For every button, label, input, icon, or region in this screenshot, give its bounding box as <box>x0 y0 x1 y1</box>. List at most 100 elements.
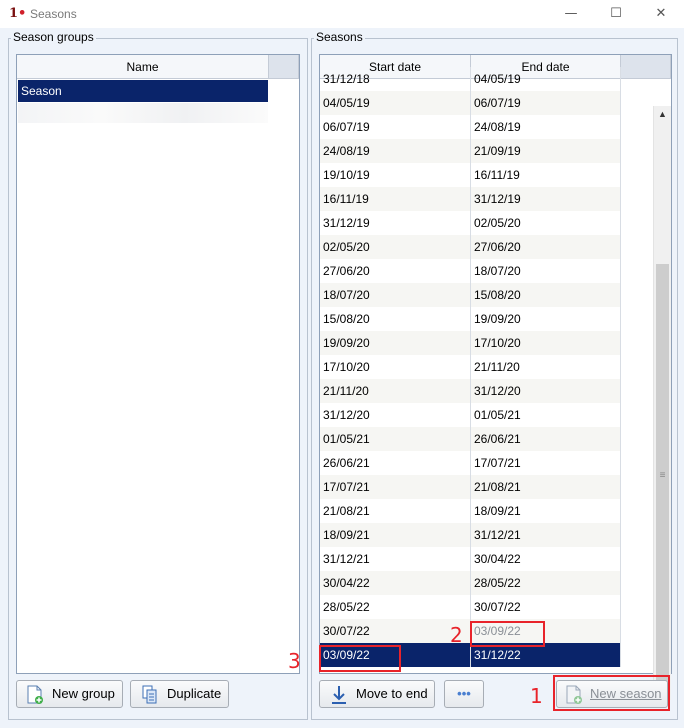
window-client-area: Season groups Name Season New group Dupl… <box>0 28 684 728</box>
end-date-cell[interactable]: 15/08/20 <box>471 283 621 307</box>
start-date-cell[interactable]: 19/10/19 <box>320 163 471 187</box>
end-date-cell[interactable]: 06/07/19 <box>471 91 621 115</box>
blurred-row <box>18 103 268 123</box>
start-date-cell[interactable]: 02/05/20 <box>320 235 471 259</box>
start-date-cell[interactable]: 19/09/20 <box>320 331 471 355</box>
end-date-cell[interactable]: 21/08/21 <box>471 475 621 499</box>
end-date-cell[interactable]: 21/11/20 <box>471 355 621 379</box>
arrow-down-to-end-icon <box>332 686 346 704</box>
season-groups-label: Season groups <box>11 30 96 44</box>
end-date-cell[interactable]: 19/09/20 <box>471 307 621 331</box>
season-row[interactable]: 31/12/19 02/05/20 <box>320 211 621 235</box>
vertical-scrollbar[interactable]: ▲ ≡ ▼ <box>653 106 671 700</box>
new-group-label: New group <box>52 686 115 701</box>
annotation-box-2 <box>470 621 545 647</box>
season-row[interactable]: 19/10/19 16/11/19 <box>320 163 621 187</box>
start-date-cell[interactable]: 30/04/22 <box>320 571 471 595</box>
duplicate-icon <box>142 685 157 704</box>
end-date-cell[interactable]: 01/05/21 <box>471 403 621 427</box>
season-row[interactable]: 06/07/19 24/08/19 <box>320 115 621 139</box>
season-row[interactable]: 31/12/18 04/05/19 <box>320 67 621 91</box>
move-to-end-button[interactable]: Move to end <box>319 680 435 708</box>
season-row[interactable]: 21/08/21 18/09/21 <box>320 499 621 523</box>
start-date-cell[interactable]: 04/05/19 <box>320 91 471 115</box>
end-date-cell[interactable]: 28/05/22 <box>471 571 621 595</box>
more-options-button[interactable]: ••• <box>444 680 484 708</box>
season-row[interactable]: 16/11/19 31/12/19 <box>320 187 621 211</box>
start-date-cell[interactable]: 18/09/21 <box>320 523 471 547</box>
column-header-filler <box>269 55 299 79</box>
end-date-cell[interactable]: 31/12/19 <box>471 187 621 211</box>
annotation-box-3 <box>319 645 401 672</box>
scroll-up-icon[interactable]: ▲ <box>654 106 671 122</box>
new-group-button[interactable]: New group <box>16 680 123 708</box>
season-groups-grid[interactable]: Name Season <box>16 54 300 674</box>
start-date-cell[interactable]: 15/08/20 <box>320 307 471 331</box>
season-row[interactable]: 01/05/21 26/06/21 <box>320 427 621 451</box>
end-date-cell[interactable]: 30/04/22 <box>471 547 621 571</box>
start-date-cell[interactable]: 26/06/21 <box>320 451 471 475</box>
end-date-cell[interactable]: 27/06/20 <box>471 235 621 259</box>
minimize-icon[interactable]: — <box>549 2 593 26</box>
season-row[interactable]: 18/07/20 15/08/20 <box>320 283 621 307</box>
start-date-cell[interactable]: 27/06/20 <box>320 259 471 283</box>
season-group-row-selected[interactable]: Season <box>18 80 268 102</box>
duplicate-label: Duplicate <box>167 686 222 701</box>
end-date-cell[interactable]: 04/05/19 <box>471 67 621 91</box>
start-date-cell[interactable]: 31/12/21 <box>320 547 471 571</box>
end-date-cell[interactable]: 18/09/21 <box>471 499 621 523</box>
end-date-cell[interactable]: 02/05/20 <box>471 211 621 235</box>
season-row[interactable]: 24/08/19 21/09/19 <box>320 139 621 163</box>
start-date-cell[interactable]: 28/05/22 <box>320 595 471 619</box>
column-header-filler <box>621 55 671 79</box>
end-date-cell[interactable]: 31/12/20 <box>471 379 621 403</box>
maximize-icon[interactable]: ☐ <box>594 2 638 26</box>
season-row[interactable]: 17/07/21 21/08/21 <box>320 475 621 499</box>
annotation-number-3: 3 <box>288 649 301 673</box>
start-date-cell[interactable]: 01/05/21 <box>320 427 471 451</box>
end-date-cell[interactable]: 30/07/22 <box>471 595 621 619</box>
start-date-cell[interactable]: 31/12/20 <box>320 403 471 427</box>
end-date-cell[interactable]: 16/11/19 <box>471 163 621 187</box>
seasons-grid[interactable]: Start date End date 31/12/18 04/05/19 04/0… <box>319 54 672 674</box>
season-row[interactable]: 18/09/21 31/12/21 <box>320 523 621 547</box>
column-header-name[interactable]: Name <box>17 55 269 79</box>
season-row[interactable]: 19/09/20 17/10/20 <box>320 331 621 355</box>
start-date-cell[interactable]: 24/08/19 <box>320 139 471 163</box>
start-date-cell[interactable]: 30/07/22 <box>320 619 471 643</box>
start-date-cell[interactable]: 06/07/19 <box>320 115 471 139</box>
season-row[interactable]: 31/12/20 01/05/21 <box>320 403 621 427</box>
season-row[interactable]: 30/04/22 28/05/22 <box>320 571 621 595</box>
season-row[interactable]: 17/10/20 21/11/20 <box>320 355 621 379</box>
end-date-cell[interactable]: 17/10/20 <box>471 331 621 355</box>
season-row[interactable]: 27/06/20 18/07/20 <box>320 259 621 283</box>
end-date-cell[interactable]: 17/07/21 <box>471 451 621 475</box>
season-row[interactable]: 28/05/22 30/07/22 <box>320 595 621 619</box>
annotation-box-1 <box>553 675 670 711</box>
more-icon: ••• <box>457 686 471 701</box>
end-date-cell[interactable]: 21/09/19 <box>471 139 621 163</box>
end-date-cell[interactable]: 24/08/19 <box>471 115 621 139</box>
move-to-end-label: Move to end <box>356 686 428 701</box>
close-icon[interactable]: ✕ <box>639 2 683 26</box>
season-row[interactable]: 21/11/20 31/12/20 <box>320 379 621 403</box>
season-row[interactable]: 15/08/20 19/09/20 <box>320 307 621 331</box>
season-row[interactable]: 02/05/20 27/06/20 <box>320 235 621 259</box>
start-date-cell[interactable]: 31/12/18 <box>320 67 471 91</box>
start-date-cell[interactable]: 16/11/19 <box>320 187 471 211</box>
end-date-cell[interactable]: 31/12/21 <box>471 523 621 547</box>
season-row[interactable]: 26/06/21 17/07/21 <box>320 451 621 475</box>
start-date-cell[interactable]: 18/07/20 <box>320 283 471 307</box>
start-date-cell[interactable]: 31/12/19 <box>320 211 471 235</box>
season-row[interactable]: 04/05/19 06/07/19 <box>320 91 621 115</box>
start-date-cell[interactable]: 17/10/20 <box>320 355 471 379</box>
start-date-cell[interactable]: 21/08/21 <box>320 499 471 523</box>
duplicate-button[interactable]: Duplicate <box>130 680 229 708</box>
new-document-icon <box>27 685 43 704</box>
start-date-cell[interactable]: 17/07/21 <box>320 475 471 499</box>
end-date-cell[interactable]: 18/07/20 <box>471 259 621 283</box>
start-date-cell[interactable]: 21/11/20 <box>320 379 471 403</box>
scroll-grip-icon: ≡ <box>659 470 666 481</box>
season-row[interactable]: 31/12/21 30/04/22 <box>320 547 621 571</box>
end-date-cell[interactable]: 26/06/21 <box>471 427 621 451</box>
